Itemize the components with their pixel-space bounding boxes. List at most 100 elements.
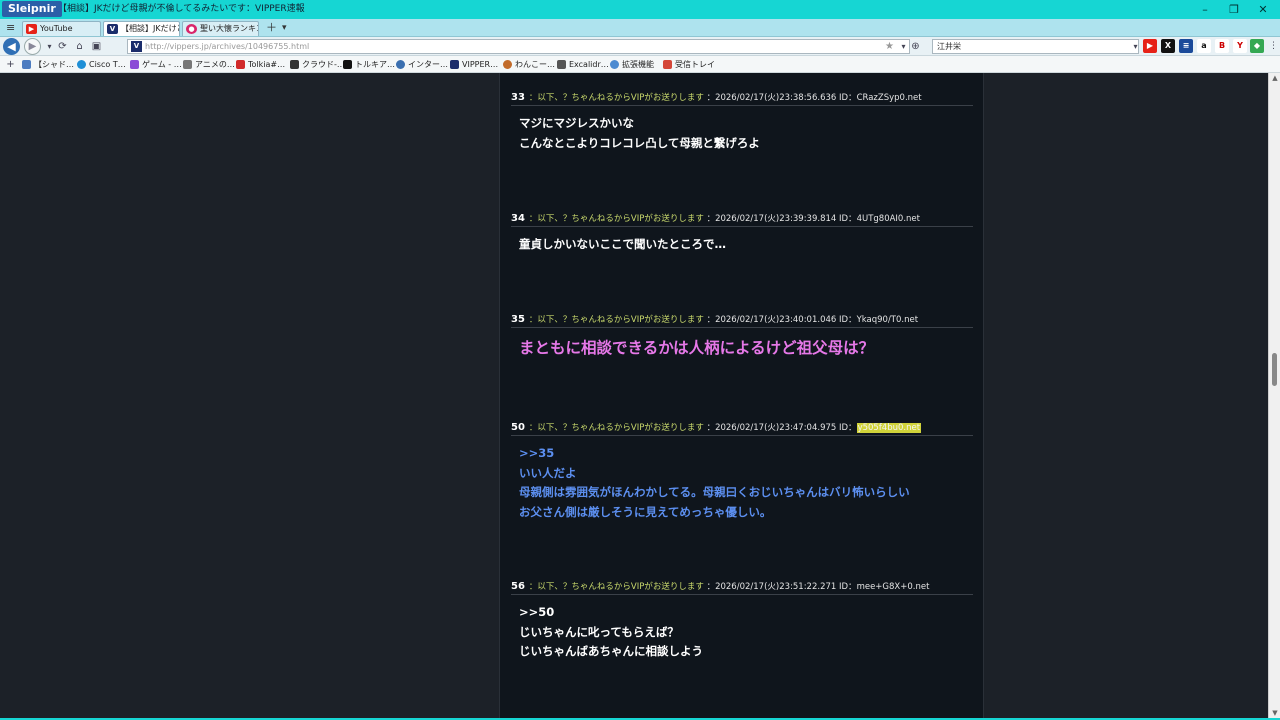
url-path: /archives/10496755.html — [208, 42, 310, 51]
x-search-icon[interactable]: X — [1161, 39, 1175, 53]
bookmark-item[interactable]: 受信トレイ — [663, 58, 715, 71]
bookmark-item[interactable]: VIPPER… — [450, 58, 498, 71]
post-header: 33 ：以下、？ちゃんねるからVIPがお送りします ：2026/02/17(火)2… — [511, 92, 973, 106]
reply-anchor-link[interactable]: >>35 — [519, 444, 910, 464]
bookmark-item[interactable]: Tolkia#… — [236, 58, 285, 71]
post-line: 母親側は雰囲気がほんわかしてる。母親曰くおじいちゃんはバリ怖いらしい — [519, 485, 910, 499]
url-text[interactable]: http://vippers.jp/archives/10496755.html — [145, 40, 309, 53]
search-dropdown-icon[interactable]: ▾ — [1128, 39, 1143, 54]
bookmark-favicon-icon — [557, 60, 566, 69]
post-number[interactable]: 33 — [511, 92, 525, 103]
gmail-icon — [663, 60, 672, 69]
bookmark-bar: + 【シャド… Cisco T… ゲーム - … アニメの… Tolkia#… … — [0, 56, 1280, 73]
search-engine-icon[interactable]: ⊕ — [908, 39, 923, 54]
tab-label: YouTube — [40, 24, 73, 33]
post-datetime: ：2026/02/17(火)23:51:22.271 ID： — [706, 582, 857, 592]
post-author: ：以下、？ちゃんねるからVIPがお送りします — [528, 423, 704, 433]
page-viewport: 33 ：以下、？ちゃんねるからVIPがお送りします ：2026/02/17(火)2… — [0, 73, 1268, 718]
post-datetime: ：2026/02/17(火)23:38:56.636 ID： — [706, 93, 857, 103]
bookmark-item[interactable]: ゲーム - … — [130, 58, 182, 71]
youtube-icon: ▶ — [26, 24, 37, 34]
post-datetime: ：2026/02/17(火)23:39:39.814 ID： — [706, 214, 857, 224]
tab-ranking[interactable]: ● 聖い大懐ランキン… — [182, 21, 259, 36]
b-site-icon[interactable]: B — [1215, 39, 1229, 53]
back-button[interactable]: ◀ — [3, 38, 20, 55]
reply-anchor-link[interactable]: >>50 — [519, 603, 703, 623]
tab-youtube[interactable]: ▶ YouTube — [22, 21, 101, 36]
bookmark-favicon-icon — [610, 60, 619, 69]
bookmark-item[interactable]: Cisco T… — [77, 58, 126, 71]
bookmark-item[interactable]: トルキア… — [343, 58, 395, 71]
bookmark-favicon-icon — [236, 60, 245, 69]
bookmark-favicon-icon — [183, 60, 192, 69]
post-line: こんなとこよりコレコレ凸して母親と繋げろよ — [519, 135, 760, 150]
post-header: 50 ：以下、？ちゃんねるからVIPがお送りします ：2026/02/17(火)2… — [511, 422, 973, 436]
bookmark-favicon-icon — [450, 60, 459, 69]
post-header: 56 ：以下、？ちゃんねるからVIPがお送りします ：2026/02/17(火)2… — [511, 581, 973, 595]
post-header: 34 ：以下、？ちゃんねるからVIPがお送りします ：2026/02/17(火)2… — [511, 213, 973, 227]
post-author: ：以下、？ちゃんねるからVIPがお送りします — [528, 214, 704, 224]
add-bookmark-icon[interactable]: + — [3, 57, 18, 72]
bookmark-item[interactable]: クラウド-… — [290, 58, 345, 71]
post-line: 童貞しかいないここで聞いたところで… — [519, 237, 726, 251]
post-datetime: ：2026/02/17(火)23:40:01.046 ID： — [706, 315, 857, 325]
close-window-button[interactable]: ✕ — [1248, 0, 1278, 19]
post-body: まともに相談できるかは人柄によるけど祖父母は？ — [519, 338, 874, 358]
tab-label: 聖い大懐ランキン… — [200, 24, 258, 33]
yahoo-icon[interactable]: Y — [1233, 39, 1247, 53]
bookmark-favicon-icon — [396, 60, 405, 69]
post-id[interactable]: y505f4bu0.net — [856, 423, 922, 433]
bookmark-item[interactable]: 【シャド… — [22, 58, 74, 71]
reload-icon[interactable]: ⟳ — [55, 39, 70, 54]
post-number[interactable]: 56 — [511, 581, 525, 592]
post-line: じいちゃんばあちゃんに相談しよう — [519, 644, 703, 658]
post-body: マジにマジレスかいな こんなとこよりコレコレ凸して母親と繋げろよ — [519, 114, 760, 153]
post-number[interactable]: 35 — [511, 314, 525, 325]
post-datetime: ：2026/02/17(火)23:47:04.975 ID： — [706, 423, 857, 433]
tab-bar: ≡ ▶ YouTube V 【相談】JKだけど… ● 聖い大懐ランキン… ＋ ▾ — [0, 19, 1280, 37]
url-host: http://vippers.jp — [145, 42, 209, 51]
post-id[interactable]: CRazZSyp0.net — [857, 93, 922, 103]
bookmark-favicon-icon — [22, 60, 31, 69]
minimize-button[interactable]: – — [1190, 0, 1220, 19]
youtube-search-icon[interactable]: ▶ — [1143, 39, 1157, 53]
bookmark-item[interactable]: アニメの… — [183, 58, 235, 71]
extension-icon[interactable]: ◆ — [1250, 39, 1264, 53]
scroll-down-arrow-icon[interactable]: ▼ — [1269, 708, 1280, 718]
post-id[interactable]: 4UTg80AI0.net — [857, 214, 920, 224]
app-menu-button[interactable]: Sleipnir — [2, 1, 62, 17]
post-id[interactable]: mee+G8X+0.net — [857, 582, 930, 592]
tab-list-icon[interactable]: ≡ — [6, 20, 15, 36]
forward-button[interactable]: ▶ — [24, 38, 41, 55]
post-author: ：以下、？ちゃんねるからVIPがお送りします — [528, 93, 704, 103]
bookmark-favicon-icon — [290, 60, 299, 69]
restore-button[interactable]: ❐ — [1219, 0, 1249, 19]
bookmark-page-icon[interactable]: ▣ — [89, 39, 104, 54]
scrollbar-thumb[interactable] — [1272, 353, 1277, 386]
bookmark-item[interactable]: Excalidr… — [557, 58, 609, 71]
bookmark-item[interactable]: 拡張機能 — [610, 58, 654, 71]
bookmark-item[interactable]: インター… — [396, 58, 448, 71]
favorite-star-icon[interactable]: ★ — [882, 39, 897, 54]
post-author: ：以下、？ちゃんねるからVIPがお送りします — [528, 582, 704, 592]
news-search-icon[interactable]: ≡ — [1179, 39, 1193, 53]
home-icon[interactable]: ⌂ — [72, 39, 87, 54]
post-header: 35 ：以下、？ちゃんねるからVIPがお送りします ：2026/02/17(火)2… — [511, 314, 973, 328]
toolbar-more-icon[interactable]: ⋮ — [1266, 39, 1280, 54]
address-bar[interactable]: V http://vippers.jp/archives/10496755.ht… — [127, 39, 910, 54]
amazon-icon[interactable]: a — [1197, 39, 1211, 53]
tab-vipper[interactable]: V 【相談】JKだけど… — [103, 21, 180, 36]
post-number[interactable]: 50 — [511, 422, 525, 433]
search-input[interactable]: 江井栄 — [932, 39, 1139, 54]
tab-menu-chevron-icon[interactable]: ▾ — [282, 20, 287, 36]
site-icon: ● — [186, 24, 197, 34]
bookmark-item[interactable]: わんこー… — [503, 58, 555, 71]
post-number[interactable]: 34 — [511, 213, 525, 224]
new-tab-button[interactable]: ＋ — [266, 20, 277, 36]
page-scrollbar[interactable]: ▲ ▼ — [1268, 73, 1280, 718]
navigation-bar: ◀ ▶ ▾ ⟳ ⌂ ▣ V http://vippers.jp/archives… — [0, 37, 1280, 56]
bookmark-favicon-icon — [503, 60, 512, 69]
post-id[interactable]: Ykaq90/T0.net — [857, 315, 919, 325]
scroll-up-arrow-icon[interactable]: ▲ — [1269, 73, 1280, 83]
post-line: いい人だよ — [519, 465, 577, 480]
